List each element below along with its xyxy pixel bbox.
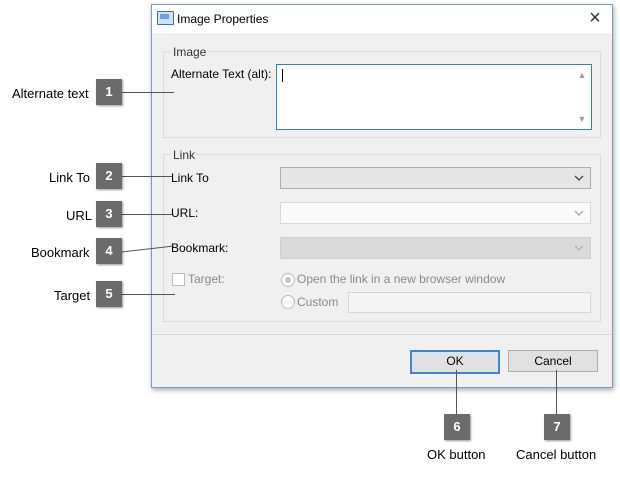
url-label: URL:	[171, 206, 199, 220]
custom-label: Custom	[297, 295, 339, 309]
custom-target-input[interactable]	[348, 292, 591, 313]
callout-line-2	[122, 176, 172, 177]
url-dropdown[interactable]	[280, 202, 591, 224]
callout-label-bookmark: Bookmark	[31, 245, 90, 260]
custom-radio[interactable]	[281, 295, 295, 309]
callout-label-ok-button: OK button	[427, 447, 486, 462]
callout-label-link-to: Link To	[49, 170, 90, 185]
close-icon[interactable]: ×	[582, 7, 608, 31]
callout-line-3	[122, 214, 172, 215]
chevron-down-icon	[574, 210, 584, 216]
new-window-radio[interactable]	[281, 273, 295, 287]
button-separator	[152, 334, 612, 335]
callout-badge-2: 2	[96, 163, 122, 189]
image-properties-dialog: Image Properties × Image Alternate Text …	[151, 4, 613, 388]
chevron-down-icon	[574, 175, 584, 181]
link-to-label: Link To	[171, 171, 209, 185]
image-group-label: Image	[171, 45, 209, 59]
dialog-title: Image Properties	[177, 12, 269, 26]
callout-badge-3: 3	[96, 201, 122, 227]
callout-label-alternate-text: Alternate text	[12, 86, 89, 101]
callout-badge-4: 4	[96, 238, 122, 264]
callout-line-1	[122, 92, 174, 93]
chevron-down-icon	[574, 245, 584, 251]
bookmark-label: Bookmark:	[171, 241, 229, 255]
title-bar[interactable]: Image Properties ×	[152, 5, 612, 33]
target-checkbox[interactable]	[172, 273, 185, 286]
image-properties-icon	[157, 11, 174, 25]
callout-line-7	[556, 370, 557, 415]
callout-badge-7: 7	[544, 414, 570, 440]
callout-badge-5: 5	[96, 281, 122, 307]
callout-label-cancel-button: Cancel button	[516, 447, 597, 462]
callout-line-6	[456, 370, 457, 415]
ok-button[interactable]: OK	[410, 350, 500, 374]
alt-text-label: Alternate Text (alt):	[171, 67, 272, 81]
callout-label-target: Target	[54, 288, 91, 303]
alt-text-input[interactable]: ▲ ▼	[276, 64, 592, 130]
callout-badge-6: 6	[444, 414, 470, 440]
scroll-up-icon[interactable]: ▲	[577, 71, 587, 80]
bookmark-dropdown[interactable]	[280, 237, 591, 259]
target-label: Target:	[188, 272, 225, 286]
cancel-button[interactable]: Cancel	[508, 350, 598, 372]
link-group-label: Link	[171, 148, 198, 162]
callout-label-url: URL	[66, 208, 93, 223]
scroll-down-icon[interactable]: ▼	[577, 115, 587, 124]
new-window-label: Open the link in a new browser window	[297, 272, 506, 286]
callout-line-5	[122, 294, 175, 295]
text-caret	[282, 69, 283, 82]
callout-badge-1: 1	[96, 79, 122, 105]
callout-line-4	[122, 245, 175, 253]
link-to-dropdown[interactable]	[280, 167, 591, 189]
